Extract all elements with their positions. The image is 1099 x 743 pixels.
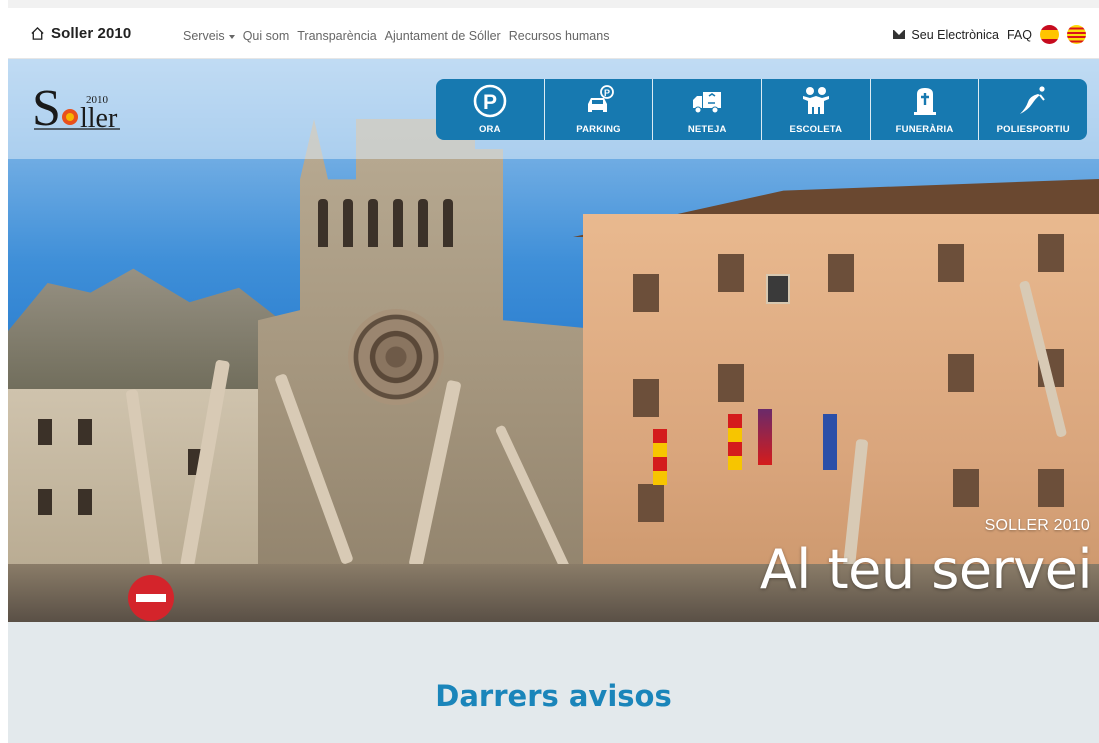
window — [633, 274, 659, 312]
seu-electronica-link[interactable]: Seu Electrònica — [893, 28, 999, 42]
brand-title: Soller 2010 — [51, 25, 132, 42]
nav-ajuntament[interactable]: Ajuntament de Sóller — [385, 29, 501, 43]
tombstone-icon — [913, 88, 936, 115]
nav-right: Seu Electrònica FAQ — [893, 25, 1086, 44]
top-navbar: Soller 2010 Serveis Qui som Transparènci… — [8, 8, 1099, 59]
window — [953, 469, 979, 507]
service-escoleta-button[interactable]: ESCOLETA — [762, 79, 871, 140]
window — [938, 244, 964, 282]
flag-catalonia-icon[interactable] — [1067, 25, 1086, 44]
svg-text:P: P — [603, 88, 609, 98]
flag — [823, 414, 837, 470]
service-ora-label: ORA — [478, 124, 501, 135]
cathedral-window — [418, 199, 428, 247]
service-funeraria-label: FUNERÀRIA — [895, 124, 954, 135]
window — [718, 254, 744, 292]
page: Soller 2010 Serveis Qui som Transparènci… — [0, 0, 1099, 743]
cathedral-window — [343, 199, 353, 247]
window — [38, 419, 52, 445]
cathedral-window — [393, 199, 403, 247]
service-escoleta-label: ESCOLETA — [789, 124, 843, 135]
window — [828, 254, 854, 292]
service-neteja-label: NETEJA — [687, 124, 727, 135]
clock — [766, 274, 790, 304]
rose-window — [348, 309, 444, 405]
window — [78, 419, 92, 445]
hero-subtitle: SOLLER 2010 — [984, 517, 1090, 534]
envelope-icon — [893, 30, 906, 39]
flag — [728, 414, 742, 470]
avisos-heading: Darrers avisos — [435, 679, 672, 713]
seu-electronica-label: Seu Electrònica — [911, 27, 999, 42]
window — [638, 484, 664, 522]
window — [948, 354, 974, 392]
service-neteja-button[interactable]: NETEJA — [653, 79, 763, 140]
window — [38, 489, 52, 515]
faq-link[interactable]: FAQ — [1007, 28, 1032, 42]
cathedral-window — [443, 199, 453, 247]
runner-icon — [1020, 86, 1045, 114]
service-funeraria-button[interactable]: FUNERÀRIA — [871, 79, 980, 140]
top-strip — [8, 0, 1099, 8]
service-parking-label: PARKING — [576, 124, 621, 135]
hero-banner: S 2010 ller P ORA P PARKING NETEJA ESCOL… — [8, 59, 1099, 622]
nav-serveis-label: Serveis — [183, 29, 225, 43]
window — [633, 379, 659, 417]
avisos-section: Darrers avisos — [8, 622, 1099, 743]
main-nav: Serveis Qui som Transparència Ajuntament… — [183, 29, 617, 43]
window — [1038, 469, 1064, 507]
window — [1038, 234, 1064, 272]
brand-home-link[interactable]: Soller 2010 — [30, 25, 131, 42]
no-entry-sign-icon — [128, 575, 174, 621]
service-poliesportiu-button[interactable]: POLIESPORTIU — [979, 79, 1087, 140]
children-icon — [802, 87, 829, 114]
nav-transparencia[interactable]: Transparència — [297, 29, 376, 43]
hero-title: Al teu servei — [759, 538, 1093, 601]
flag-spain-icon[interactable] — [1040, 25, 1059, 44]
flag — [653, 429, 667, 485]
window — [718, 364, 744, 402]
cathedral-window — [368, 199, 378, 247]
cathedral-window — [318, 199, 328, 247]
car-parking-icon: P — [587, 85, 614, 112]
nav-qui-som[interactable]: Qui som — [243, 29, 290, 43]
flag — [758, 409, 772, 465]
nav-recursos-humans[interactable]: Recursos humans — [509, 29, 610, 43]
site-logo[interactable]: S 2010 ller — [30, 77, 150, 137]
service-parking-button[interactable]: P PARKING — [545, 79, 654, 140]
service-poliesportiu-label: POLIESPORTIU — [996, 124, 1070, 135]
logo-letter-s: S — [32, 80, 61, 133]
parking-p-icon: P — [473, 84, 507, 118]
svg-text:P: P — [483, 91, 497, 114]
caret-down-icon — [228, 34, 235, 39]
service-ora-button[interactable]: P ORA — [436, 79, 545, 140]
recycling-truck-icon — [693, 92, 722, 114]
nav-serveis[interactable]: Serveis — [183, 29, 235, 43]
services-toolbar: P ORA P PARKING NETEJA ESCOLETA FUNERÀRI… — [436, 79, 1087, 140]
window — [78, 489, 92, 515]
home-icon — [30, 26, 45, 41]
